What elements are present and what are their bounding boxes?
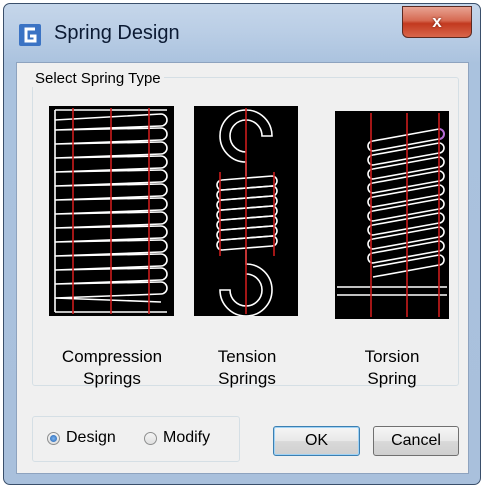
ok-button[interactable]: OK xyxy=(273,426,360,456)
torsion-spring-caption: Torsion Spring xyxy=(342,346,442,390)
design-radio-label: Design xyxy=(66,429,116,446)
radio-unselected-icon[interactable] xyxy=(144,431,157,445)
close-icon: x xyxy=(432,12,442,31)
tension-spring-image[interactable] xyxy=(194,106,298,316)
close-button[interactable]: x xyxy=(402,6,472,38)
tension-springs-caption: Tension Springs xyxy=(197,346,297,390)
torsion-caption-line1: Torsion xyxy=(364,347,420,366)
torsion-spring-image[interactable] xyxy=(335,111,449,319)
cancel-button[interactable]: Cancel xyxy=(373,426,459,456)
dialog-body: Select Spring Type Compression Springs T… xyxy=(16,62,469,474)
compression-spring-image[interactable] xyxy=(49,106,174,316)
spring-design-dialog: Spring Design x Select Spring Type Compr… xyxy=(3,3,481,485)
design-radio[interactable]: Design xyxy=(47,429,116,447)
compression-springs-caption: Compression Springs xyxy=(47,346,177,390)
tension-caption-line2: Springs xyxy=(218,369,276,388)
compression-spring-icon xyxy=(54,108,168,314)
compression-caption-line1: Compression xyxy=(61,347,163,366)
window-title: Spring Design xyxy=(54,22,180,44)
title-bar[interactable]: Spring Design x xyxy=(4,4,480,62)
modify-radio-label: Modify xyxy=(163,429,211,446)
modify-radio[interactable]: Modify xyxy=(144,429,210,447)
tension-spring-icon xyxy=(216,108,278,316)
app-logo-icon xyxy=(19,24,41,46)
mode-group: Design Modify xyxy=(32,416,240,462)
radio-selected-icon[interactable] xyxy=(47,431,60,445)
spring-type-group-label: Select Spring Type xyxy=(32,70,164,87)
compression-caption-line2: Springs xyxy=(83,369,141,388)
torsion-caption-line2: Spring xyxy=(367,369,417,388)
torsion-spring-icon xyxy=(337,113,447,317)
tension-caption-line1: Tension xyxy=(217,347,277,366)
